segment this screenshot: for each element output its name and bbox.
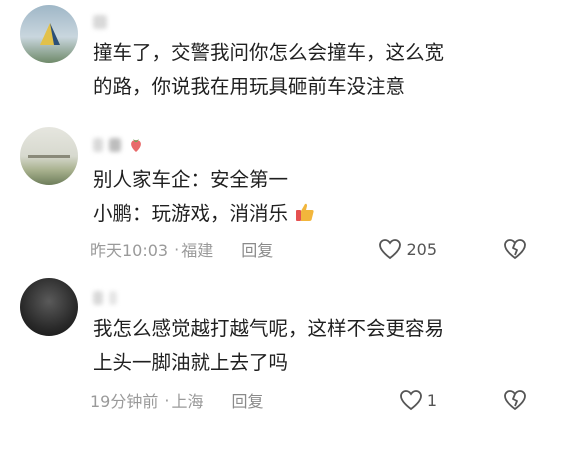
heart-icon bbox=[399, 389, 423, 411]
username[interactable] bbox=[93, 12, 107, 32]
comment-line: 撞车了，交警我问你怎么会撞车，这么宽 bbox=[93, 41, 445, 64]
comment-line: 小鹏：玩游戏，消消乐 bbox=[93, 197, 316, 231]
separator: · bbox=[174, 239, 180, 259]
comment-line: 我怎么感觉越打越气呢，这样不会更容易 bbox=[93, 317, 445, 340]
comment-line: 别人家车企：安全第一 bbox=[93, 168, 289, 191]
heart-icon bbox=[378, 238, 402, 260]
dislike-button[interactable] bbox=[503, 389, 527, 411]
timestamp: 19分钟前 bbox=[90, 392, 159, 411]
thumbs-up-emoji bbox=[294, 201, 316, 223]
avatar[interactable] bbox=[20, 278, 78, 336]
username-blurred bbox=[93, 291, 103, 305]
username-blurred bbox=[93, 138, 103, 152]
avatar-image bbox=[28, 155, 70, 158]
username-blurred bbox=[109, 291, 117, 305]
username[interactable] bbox=[93, 288, 117, 308]
comment-item-2: 别人家车企：安全第一 小鹏：玩游戏，消消乐 昨天10:03 · 福建 回复 20… bbox=[0, 115, 567, 270]
dislike-button[interactable] bbox=[503, 238, 527, 260]
comment-item-1: 撞车了，交警我问你怎么会撞车，这么宽 的路，你说我在用玩具砸前车没注意 bbox=[0, 0, 567, 115]
comment-meta: 昨天10:03 · 福建 回复 205 bbox=[90, 237, 527, 261]
like-count: 1 bbox=[426, 390, 437, 410]
comment-text: 别人家车企：安全第一 小鹏：玩游戏，消消乐 bbox=[93, 163, 316, 231]
comment-text: 撞车了，交警我问你怎么会撞车，这么宽 的路，你说我在用玩具砸前车没注意 bbox=[93, 36, 444, 104]
dislike-icon bbox=[503, 238, 527, 260]
avatar[interactable] bbox=[20, 5, 78, 63]
like-button[interactable]: 205 bbox=[378, 238, 437, 260]
avatar-image bbox=[40, 23, 60, 45]
comment-line: 的路，你说我在用玩具砸前车没注意 bbox=[93, 75, 406, 98]
separator: · bbox=[164, 390, 170, 410]
dislike-icon bbox=[503, 389, 527, 411]
strawberry-icon bbox=[127, 136, 145, 154]
location: 上海 bbox=[171, 392, 204, 411]
avatar[interactable] bbox=[20, 127, 78, 185]
like-button[interactable]: 1 bbox=[399, 389, 437, 411]
username-blurred bbox=[93, 15, 107, 29]
comment-line: 上头一脚油就上去了吗 bbox=[93, 351, 289, 374]
like-count: 205 bbox=[406, 239, 437, 259]
comment-item-3: 我怎么感觉越打越气呢，这样不会更容易 上头一脚油就上去了吗 19分钟前 · 上海… bbox=[0, 270, 567, 454]
comment-meta: 19分钟前 · 上海 回复 1 bbox=[90, 388, 527, 412]
comment-text: 我怎么感觉越打越气呢，这样不会更容易 上头一脚油就上去了吗 bbox=[93, 312, 444, 380]
location: 福建 bbox=[181, 241, 214, 260]
reply-button[interactable]: 回复 bbox=[231, 388, 263, 412]
timestamp: 昨天10:03 bbox=[90, 241, 169, 260]
username[interactable] bbox=[93, 135, 145, 155]
reply-button[interactable]: 回复 bbox=[241, 237, 273, 261]
username-blurred bbox=[109, 138, 121, 152]
